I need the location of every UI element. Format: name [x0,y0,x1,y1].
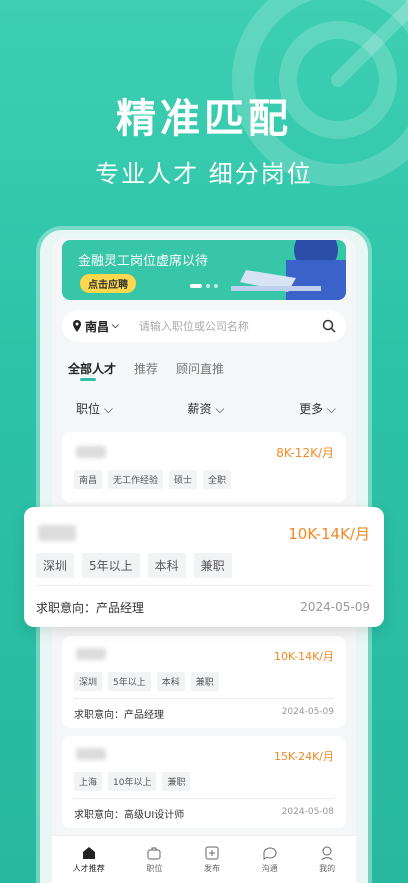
nav-chat[interactable]: 沟通 [262,845,278,874]
tag: 10年以上 [108,772,157,791]
filter-row: 职位 ⌵ 薪资 ⌵ 更多 ⌵ [76,400,336,417]
chat-bubble-icon [263,847,277,860]
featured-talent-card[interactable]: 10K-14K/月 深圳 5年以上 本科 兼职 求职意向：产品经理 2024-0… [24,507,384,627]
tag: 本科 [156,672,185,691]
tag: 南昌 [74,470,103,489]
tag: 兼职 [193,553,232,578]
search-bar[interactable]: 南昌 ⌵ 请输入职位或公司名称 [62,310,346,342]
search-icon[interactable] [322,319,336,333]
talent-card[interactable]: 10K-14K/月 深圳 5年以上 本科 兼职 求职意向：产品经理 2024-0… [62,636,346,728]
divider [36,585,372,586]
subline: 专业人才 细分岗位 [95,160,313,188]
tag-list: 南昌 无工作经验 硕士 全职 [74,470,232,489]
briefcase-icon [147,847,161,860]
tag: 深圳 [74,672,103,691]
person-laptop-illustration [231,240,346,300]
post-date: 2024-05-09 [300,600,370,614]
tab-all-talent[interactable]: 全部人才 [68,360,116,381]
tag: 5年以上 [108,672,151,691]
bottom-nav: 人才推荐 职位 发布 沟通 我的 [52,835,356,883]
tag: 兼职 [162,772,191,791]
tab-consultant[interactable]: 顾问直推 [176,360,224,377]
candidate-name [38,525,76,541]
nav-profile[interactable]: 我的 [319,845,335,874]
tag: 兼职 [190,672,219,691]
tag-list: 深圳 5年以上 本科 兼职 [36,553,232,578]
tab-recommend[interactable]: 推荐 [134,360,158,377]
apply-button[interactable]: 点击应聘 [80,274,136,293]
plus-box-icon [205,846,219,860]
salary-label: 8K-12K/月 [276,446,334,460]
tag: 无工作经验 [108,470,164,489]
promo-banner[interactable]: 金融灵工岗位虚席以待 点击应聘 [62,240,346,300]
job-intent: 求职意向：高级UI设计师 [74,810,185,821]
city-selector[interactable]: 南昌 ⌵ [72,318,119,335]
divider [74,698,334,699]
talent-tabs: 全部人才 推荐 顾问直推 [68,360,224,381]
salary-label: 15K-24K/月 [274,750,334,763]
tag: 5年以上 [82,553,140,578]
location-pin-icon [73,320,81,332]
salary-label: 10K-14K/月 [274,650,334,663]
filter-position[interactable]: 职位 ⌵ [76,400,113,417]
filter-more[interactable]: 更多 ⌵ [299,400,336,417]
nav-publish[interactable]: 发布 [204,845,220,874]
nav-jobs[interactable]: 职位 [146,845,162,874]
candidate-name [76,648,106,660]
divider [74,798,334,799]
nav-talent[interactable]: 人才推荐 [73,845,105,874]
post-date: 2024-05-09 [281,707,334,717]
tag: 本科 [147,553,186,578]
tag: 硕士 [169,470,198,489]
tag: 深圳 [36,553,75,578]
salary-label: 10K-14K/月 [288,525,370,543]
home-icon [82,847,95,859]
carousel-dots [190,284,218,288]
job-intent: 求职意向：产品经理 [36,601,145,615]
chevron-down-icon: ⌵ [112,321,119,331]
candidate-name [76,748,106,760]
headline: 精准匹配 [116,96,292,142]
talent-card[interactable]: 8K-12K/月 南昌 无工作经验 硕士 全职 [62,432,346,502]
candidate-name [76,446,106,458]
tag: 上海 [74,772,103,791]
user-icon [321,846,333,861]
banner-text: 金融灵工岗位虚席以待 [78,254,209,269]
filter-salary[interactable]: 薪资 ⌵ [188,400,225,417]
search-input[interactable]: 请输入职位或公司名称 [139,318,322,334]
post-date: 2024-05-08 [281,807,334,817]
tag: 全职 [203,470,232,489]
city-label: 南昌 [85,319,110,334]
job-intent: 求职意向：产品经理 [74,710,164,721]
tag-list: 深圳 5年以上 本科 兼职 [74,672,219,691]
talent-card[interactable]: 15K-24K/月 上海 10年以上 兼职 求职意向：高级UI设计师 2024-… [62,736,346,828]
tag-list: 上海 10年以上 兼职 [74,772,191,791]
